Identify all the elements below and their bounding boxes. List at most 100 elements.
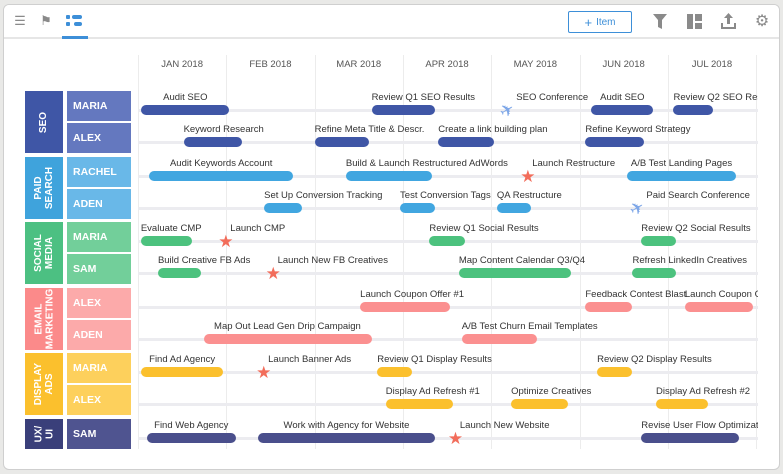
person-label: ALEX: [67, 287, 131, 318]
milestone-label[interactable]: Launch CMP: [230, 223, 285, 234]
person-label: SAM: [67, 254, 131, 284]
bar-label[interactable]: Map Content Calendar Q3/Q4: [459, 255, 585, 266]
timeline-bar[interactable]: [264, 202, 302, 213]
timeline-bar[interactable]: [585, 301, 633, 312]
bar-label[interactable]: Audit Keywords Account: [170, 158, 272, 169]
bar-label[interactable]: Review Q1 Display Results: [377, 354, 492, 365]
milestone-label[interactable]: Launch New FB Creatives: [278, 255, 388, 266]
timeline-bar[interactable]: [591, 105, 654, 115]
timeline-bar[interactable]: [429, 236, 465, 246]
bar-label[interactable]: Optimize Creatives: [511, 386, 591, 397]
timeline-bar[interactable]: [203, 333, 372, 344]
bar-label[interactable]: Evaluate CMP: [141, 223, 202, 234]
timeline-bar[interactable]: [157, 268, 201, 278]
bar-label[interactable]: Set Up Conversion Tracking: [264, 190, 382, 201]
timeline-bar[interactable]: [656, 399, 708, 409]
bar-label[interactable]: Display Ad Refresh #2: [656, 386, 750, 397]
star-icon[interactable]: ★: [266, 265, 281, 282]
timeline-bar[interactable]: [641, 432, 739, 443]
timeline-bar[interactable]: [438, 137, 495, 147]
timeline-bar[interactable]: [461, 333, 537, 344]
bar-label[interactable]: Work with Agency for Website: [284, 420, 410, 431]
timeline-bar[interactable]: [146, 432, 236, 443]
bar-label[interactable]: Audit SEO: [600, 92, 644, 103]
bar-label[interactable]: Refine Keyword Strategy: [585, 124, 690, 135]
timeline-bar[interactable]: [183, 137, 243, 147]
bar-label[interactable]: Feedback Contest Blast: [585, 289, 686, 300]
group-name: EMAIL MARKETING: [33, 288, 55, 349]
filter-icon[interactable]: [652, 13, 668, 29]
timeline-bar[interactable]: [400, 202, 436, 213]
timeline-bar[interactable]: [371, 105, 436, 115]
timeline-bar[interactable]: [641, 236, 677, 246]
timeline-bar[interactable]: [360, 301, 450, 312]
plane-icon[interactable]: ✈: [496, 99, 518, 123]
timeline-bar[interactable]: [149, 170, 293, 181]
timeline-bar[interactable]: [597, 367, 633, 377]
timeline-bar[interactable]: [314, 137, 369, 147]
export-icon[interactable]: [720, 13, 736, 29]
bar-label[interactable]: A/B Test Landing Pages: [631, 158, 732, 169]
star-icon[interactable]: ★: [448, 430, 463, 447]
bar-label[interactable]: Refine Meta Title & Descr.: [315, 124, 425, 135]
milestone-label[interactable]: SEO Conference: [516, 92, 588, 103]
timeline-bar[interactable]: [345, 170, 433, 181]
timeline-view-icon[interactable]: [66, 13, 82, 29]
bar-label[interactable]: Audit SEO: [163, 92, 207, 103]
bar-label[interactable]: Review Q2 Display Results: [597, 354, 712, 365]
star-icon[interactable]: ★: [256, 364, 271, 381]
timeline-bar[interactable]: [140, 105, 230, 115]
flag-view-icon[interactable]: ⚑: [38, 13, 54, 29]
bar-label[interactable]: A/B Test Churn Email Templates: [462, 321, 598, 332]
milestone-label[interactable]: Launch Banner Ads: [268, 354, 351, 365]
bar-label[interactable]: Find Web Agency: [154, 420, 228, 431]
plus-icon: +: [584, 14, 593, 30]
bar-label[interactable]: Find Ad Agency: [149, 354, 215, 365]
group-label: DISPLAY ADS: [25, 353, 63, 415]
plane-icon[interactable]: ✈: [627, 196, 649, 220]
bar-label[interactable]: Build Creative FB Ads: [158, 255, 250, 266]
settings-icon[interactable]: ⚙: [754, 13, 770, 30]
timeline-bar[interactable]: [140, 236, 193, 246]
timeline-bar[interactable]: [257, 432, 436, 443]
star-icon[interactable]: ★: [218, 233, 233, 250]
timeline-bar[interactable]: [585, 137, 645, 147]
bar-label[interactable]: Launch Coupon Offer #1: [360, 289, 464, 300]
bar-label[interactable]: Revise User Flow Optimization: [641, 420, 758, 431]
bar-label[interactable]: Review Q2 SEO Results: [673, 92, 758, 103]
row-track: [138, 109, 758, 112]
bar-label[interactable]: Review Q1 SEO Results: [372, 92, 475, 103]
bar-label[interactable]: Review Q1 Social Results: [429, 223, 538, 234]
bar-label[interactable]: Refresh LinkedIn Creatives: [632, 255, 747, 266]
group-name: UX/ UI: [32, 425, 55, 442]
bar-label[interactable]: Map Out Lead Gen Drip Campaign: [214, 321, 361, 332]
timeline-bar[interactable]: [632, 268, 677, 278]
milestone-label[interactable]: Launch New Website: [460, 420, 550, 431]
person-label: ALEX: [67, 385, 131, 415]
bar-label[interactable]: Create a link building plan: [438, 124, 547, 135]
layout-icon[interactable]: [686, 13, 702, 29]
row-track: [138, 371, 758, 374]
bar-label[interactable]: Keyword Research: [184, 124, 264, 135]
timeline-bar[interactable]: [140, 367, 224, 377]
timeline-bar[interactable]: [511, 399, 569, 409]
timeline-bar[interactable]: [377, 367, 412, 377]
timeline-bar[interactable]: [385, 399, 453, 409]
timeline-bar[interactable]: [673, 105, 714, 115]
bar-label[interactable]: Launch Coupon Offer #2: [685, 289, 758, 300]
timeline-bar[interactable]: [684, 301, 754, 312]
timeline-bar[interactable]: [626, 170, 737, 181]
bar-label[interactable]: Test Conversion Tags: [400, 190, 491, 201]
timeline-bar[interactable]: [458, 268, 571, 278]
bar-label[interactable]: Build & Launch Restructured AdWords: [346, 158, 508, 169]
bar-label[interactable]: Review Q2 Social Results: [641, 223, 750, 234]
milestone-label[interactable]: Paid Search Conference: [646, 190, 750, 201]
list-view-icon[interactable]: ☰: [12, 13, 28, 29]
bar-label[interactable]: QA Restructure: [497, 190, 562, 201]
person-label: ALEX: [67, 123, 131, 153]
star-icon[interactable]: ★: [520, 168, 535, 185]
milestone-label[interactable]: Launch Restructure: [532, 158, 615, 169]
timeline-bar[interactable]: [496, 202, 532, 213]
add-item-button[interactable]: + Item: [568, 11, 632, 33]
bar-label[interactable]: Display Ad Refresh #1: [386, 386, 480, 397]
